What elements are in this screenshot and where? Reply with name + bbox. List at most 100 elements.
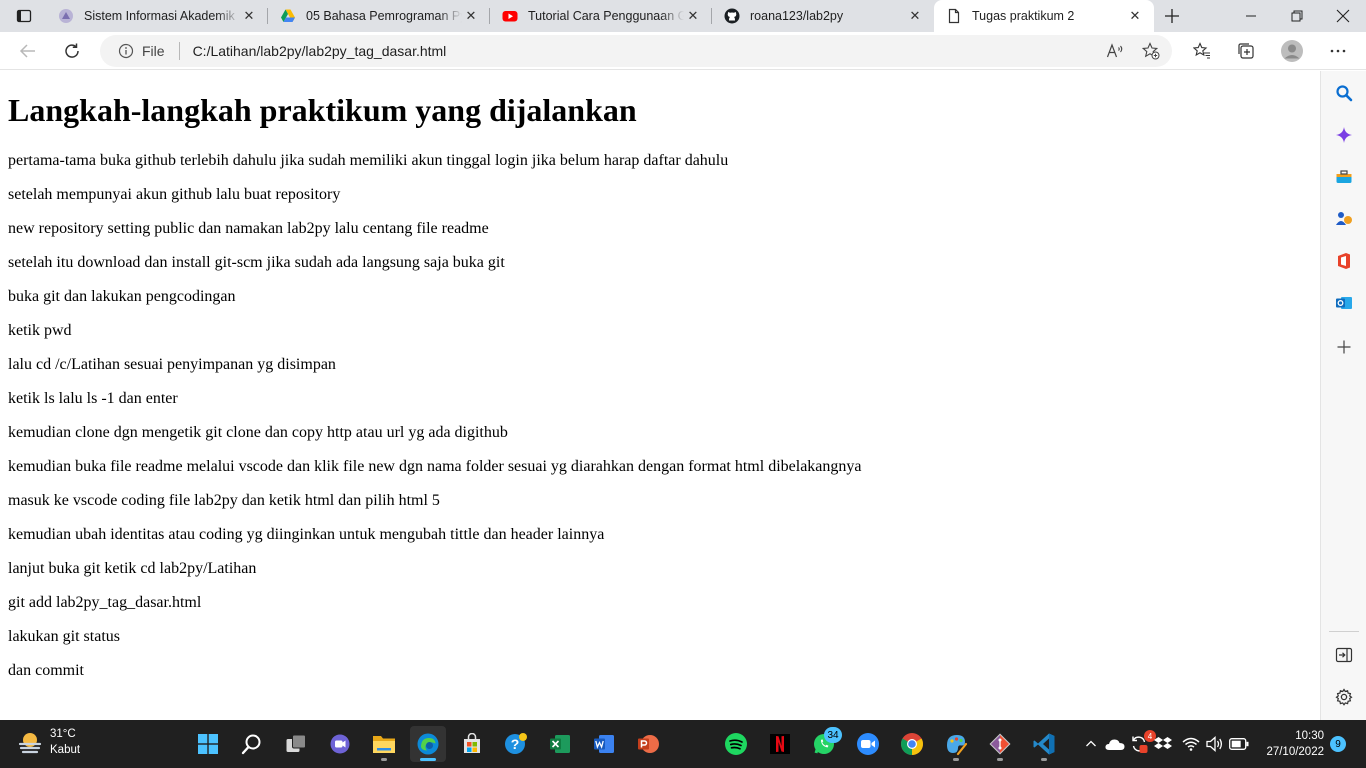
hide-sidebar-icon: [1335, 647, 1353, 663]
address-bar[interactable]: File C:/Latihan/lab2py/lab2py_tag_dasar.…: [100, 35, 1172, 67]
weather-fog-icon: [18, 733, 42, 754]
sidebar-tools-button[interactable]: [1328, 161, 1360, 193]
step-paragraph: ketik ls lalu ls -1 dan enter: [8, 390, 178, 407]
battery-tray-icon[interactable]: [1228, 732, 1250, 756]
close-window-button[interactable]: [1320, 0, 1366, 32]
task-view-button[interactable]: [278, 726, 314, 762]
step-paragraph: lalu cd /c/Latihan sesuai penyimpanan yg…: [8, 356, 336, 373]
new-tab-button[interactable]: [1158, 3, 1186, 29]
minimize-button[interactable]: [1228, 0, 1274, 32]
word-button[interactable]: [586, 726, 622, 762]
tab-github-lab2py[interactable]: roana123/lab2py ✕: [712, 0, 934, 32]
back-button[interactable]: [12, 35, 44, 67]
netflix-button[interactable]: [762, 726, 798, 762]
task-view-icon: [286, 734, 306, 752]
read-aloud-icon[interactable]: [1100, 36, 1130, 66]
document-icon: [946, 8, 962, 24]
tab-bahasa-pemrograman[interactable]: 05 Bahasa Pemrograman Python ✕: [268, 0, 490, 32]
zoom-icon: [857, 733, 879, 755]
sidebar-add-button[interactable]: [1328, 331, 1360, 363]
chevron-up-icon: [1086, 740, 1096, 747]
more-horizontal-icon: [1330, 49, 1346, 53]
dropbox-tray-icon[interactable]: [1152, 732, 1174, 756]
battery-icon: [1229, 738, 1249, 750]
paint-button[interactable]: [938, 726, 974, 762]
teams-chat-button[interactable]: [322, 726, 358, 762]
close-tab-icon[interactable]: ✕: [906, 7, 924, 25]
github-icon: [724, 8, 740, 24]
taskbar-clock[interactable]: 10:30 27/10/2022: [1254, 728, 1324, 760]
show-hidden-icons-button[interactable]: [1080, 732, 1102, 756]
close-tab-icon[interactable]: ✕: [1126, 7, 1144, 25]
excel-button[interactable]: [542, 726, 578, 762]
close-tab-icon[interactable]: ✕: [462, 7, 480, 25]
close-tab-icon[interactable]: ✕: [240, 7, 258, 25]
powerpoint-button[interactable]: [630, 726, 666, 762]
sidebar-outlook-button[interactable]: [1328, 287, 1360, 319]
games-icon: [1336, 212, 1352, 225]
notification-center-badge[interactable]: 9: [1330, 736, 1346, 752]
spotify-button[interactable]: [718, 726, 754, 762]
favorites-icon: [1193, 42, 1210, 59]
step-paragraph: dan commit: [8, 662, 84, 679]
svg-text:?: ?: [511, 736, 520, 752]
refresh-button[interactable]: [56, 35, 88, 67]
search-icon: [1336, 85, 1353, 102]
running-indicator: [381, 758, 387, 761]
excel-icon: [550, 735, 570, 753]
step-paragraph: setelah mempunyai akun github lalu buat …: [8, 186, 341, 203]
running-indicator: [953, 758, 959, 761]
sidebar-games-button[interactable]: [1328, 203, 1360, 235]
git-button[interactable]: [982, 726, 1018, 762]
refresh-icon: [65, 43, 79, 58]
start-button[interactable]: [190, 726, 226, 762]
taskbar-search-button[interactable]: [234, 726, 270, 762]
info-icon[interactable]: [116, 41, 136, 61]
start-icon: [198, 734, 218, 754]
restore-button[interactable]: [1274, 0, 1320, 32]
address-url[interactable]: C:/Latihan/lab2py/lab2py_tag_dasar.html: [193, 43, 1100, 59]
weather-widget[interactable]: 31°C Kabut: [16, 726, 80, 758]
step-paragraph: kemudian clone dgn mengetik git clone da…: [8, 424, 508, 441]
chrome-button[interactable]: [894, 726, 930, 762]
zoom-button[interactable]: [850, 726, 886, 762]
sidebar-hide-button[interactable]: [1328, 639, 1360, 671]
sparkle-icon: [1336, 127, 1352, 143]
sidebar-search-button[interactable]: [1328, 77, 1360, 109]
sidebar-settings-button[interactable]: [1328, 681, 1360, 713]
minimize-icon: [1246, 15, 1256, 17]
favorites-button[interactable]: [1186, 35, 1218, 67]
whatsapp-button[interactable]: 34: [806, 726, 842, 762]
sidebar-office-button[interactable]: [1328, 245, 1360, 277]
spotify-icon: [725, 733, 747, 755]
file-explorer-button[interactable]: [366, 726, 402, 762]
onedrive-tray-icon[interactable]: [1104, 732, 1126, 756]
profile-button[interactable]: [1276, 35, 1308, 67]
avatar-icon: [1281, 40, 1303, 62]
step-paragraph: setelah itu download dan install git-scm…: [8, 254, 505, 271]
microsoft-store-button[interactable]: [454, 726, 490, 762]
settings-more-button[interactable]: [1322, 35, 1354, 67]
get-help-button[interactable]: ?: [498, 726, 534, 762]
vscode-button[interactable]: [1026, 726, 1062, 762]
step-paragraph: buka git dan lakukan pengcodingan: [8, 288, 236, 305]
microsoft-store-icon: [464, 733, 480, 753]
volume-icon: [1206, 736, 1223, 752]
volume-tray-icon[interactable]: [1204, 732, 1226, 756]
tab-sistem-informasi[interactable]: Sistem Informasi Akademik ✕: [46, 0, 268, 32]
sync-tray-icon[interactable]: 4: [1128, 730, 1156, 756]
tab-tutorial-git[interactable]: Tutorial Cara Penggunaan Git ✕: [490, 0, 712, 32]
search-icon: [241, 734, 261, 755]
step-paragraph: ketik pwd: [8, 322, 72, 339]
powerpoint-icon: [638, 735, 659, 753]
wifi-tray-icon[interactable]: [1180, 732, 1202, 756]
close-tab-icon[interactable]: ✕: [684, 7, 702, 25]
tab-actions-button[interactable]: [8, 3, 40, 29]
step-paragraph: lanjut buka git ketik cd lab2py/Latihan: [8, 560, 257, 577]
edge-taskbar-button[interactable]: [410, 726, 446, 762]
add-favorite-icon[interactable]: [1136, 36, 1166, 66]
sidebar-discover-button[interactable]: [1328, 119, 1360, 151]
tab-tugas-praktikum-active[interactable]: Tugas praktikum 2 ✕: [934, 0, 1154, 32]
collections-button[interactable]: [1230, 35, 1262, 67]
word-icon: [594, 735, 614, 753]
